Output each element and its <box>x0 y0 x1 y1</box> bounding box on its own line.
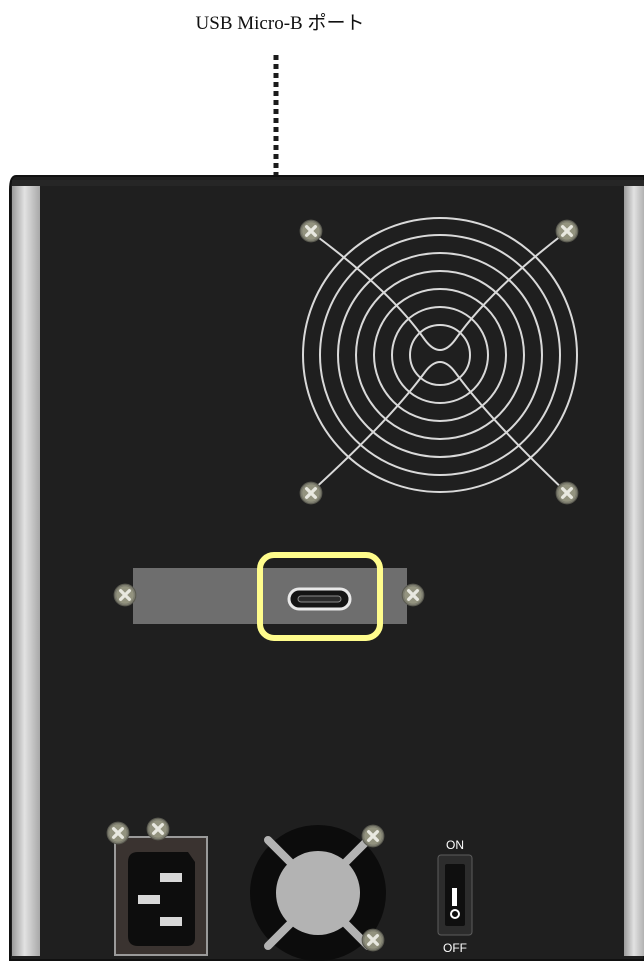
left-side-rail <box>12 186 40 956</box>
screw-icon <box>554 480 580 506</box>
screw-icon <box>145 816 171 842</box>
screw-icon <box>554 218 580 244</box>
screw-icon <box>360 823 386 849</box>
switch-on-label: ON <box>446 838 464 852</box>
screw-icon <box>105 820 131 846</box>
screw-icon <box>112 582 138 608</box>
usb-mounting-plate <box>133 568 407 624</box>
screw-icon <box>400 582 426 608</box>
screw-icon <box>360 927 386 953</box>
screw-icon <box>298 480 324 506</box>
switch-off-label: OFF <box>443 941 467 955</box>
power-inlet-icon <box>114 836 208 956</box>
screw-icon <box>298 218 324 244</box>
usb-micro-b-port-icon[interactable] <box>287 587 352 611</box>
right-side-rail <box>624 186 644 956</box>
device-rear-panel-diagram: ON OFF <box>9 55 644 961</box>
rocker-switch-icon[interactable] <box>437 854 473 936</box>
